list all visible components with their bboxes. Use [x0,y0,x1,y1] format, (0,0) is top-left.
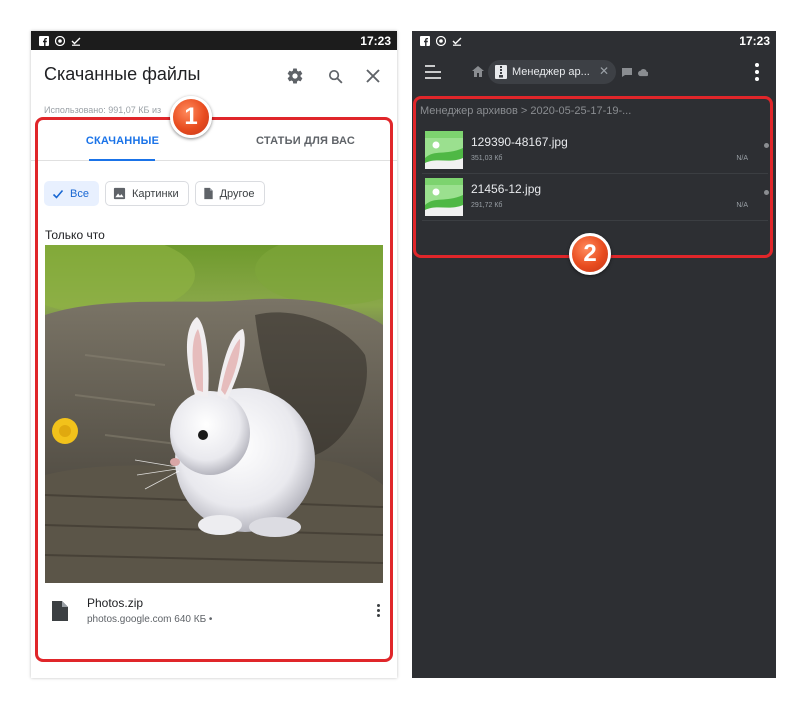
file-list-item[interactable]: 129390-48167.jpg 351,03 Кб N/A [422,127,769,171]
home-icon[interactable] [472,66,484,77]
image-icon [113,187,126,200]
chrome-icon [55,35,65,46]
step-badge-2: 2 [569,233,611,275]
app-header: Скачанные файлы Использовано: 991,07 КБ … [31,50,397,115]
open-tab-archive-manager[interactable]: Менеджер ар... ✕ [488,60,616,84]
tab-articles-for-you[interactable]: СТАТЬИ ДЛЯ ВАС [214,121,397,160]
facebook-icon [420,35,430,46]
file-meta: photos.google.com 640 КБ • [87,614,213,625]
chip-images[interactable]: Картинки [104,181,189,206]
status-bar: 17:23 [412,31,776,50]
file-name: 129390-48167.jpg [471,135,568,149]
toolbar: Менеджер ар... ✕ [412,50,776,94]
storage-usage-text: Использовано: 991,07 КБ из [44,105,162,115]
chip-other-label: Другое [219,187,255,200]
status-time: 17:23 [739,33,770,48]
download-done-icon [71,37,81,46]
status-time: 17:23 [360,33,391,48]
archive-manager-screen: 17:23 Менеджер ар... ✕ Менеджер архивов … [412,31,776,678]
more-options-icon[interactable] [371,600,385,620]
divider [422,220,768,221]
chip-all[interactable]: Все [44,181,99,206]
chat-icon[interactable] [622,68,632,77]
filter-chips: Все Картинки Другое [44,181,265,206]
select-indicator[interactable] [764,190,769,195]
search-icon[interactable] [323,64,347,88]
status-bar: 17:23 [31,31,397,50]
chip-other[interactable]: Другое [194,181,265,206]
file-size: 291,72 Кб [471,202,503,209]
file-icon [52,601,68,621]
archive-icon [495,65,507,79]
file-list-item[interactable]: 21456-12.jpg 291,72 Кб N/A [422,174,769,218]
menu-icon[interactable] [425,65,441,79]
google-files-screen: 17:23 Скачанные файлы Использовано: 991,… [31,31,397,678]
cloud-icon[interactable] [638,68,648,77]
downloaded-photo-thumbnail[interactable] [45,245,383,583]
file-size: 351,03 Кб [471,155,503,162]
chip-all-label: Все [70,187,89,200]
download-done-icon [452,37,462,46]
overflow-menu-icon[interactable] [754,63,760,81]
file-name: 21456-12.jpg [471,182,542,196]
step-badge-1: 1 [170,96,212,138]
breadcrumb[interactable]: Менеджер архивов > 2020-05-25-17-19-... [420,105,631,117]
tab-bar: СКАЧАННЫЕ СТАТЬИ ДЛЯ ВАС [31,121,397,161]
facebook-icon [39,35,49,46]
chrome-icon [436,35,446,46]
image-file-icon [425,131,463,169]
file-date: N/A [736,155,748,162]
page-title: Скачанные файлы [44,64,201,84]
file-list-item[interactable]: Photos.zip photos.google.com 640 КБ • [45,596,385,636]
tab-close-icon[interactable]: ✕ [599,64,609,78]
rabbit-photo [45,245,383,583]
check-icon [52,189,64,199]
image-file-icon [425,178,463,216]
tab-label: Менеджер ар... [512,66,590,78]
file-date: N/A [736,202,748,209]
select-indicator[interactable] [764,143,769,148]
chip-images-label: Картинки [131,187,179,200]
file-name: Photos.zip [87,596,144,610]
section-heading: Только что [45,228,105,242]
close-icon[interactable] [361,64,385,88]
document-icon [203,187,213,200]
settings-gear-icon[interactable] [283,64,307,88]
